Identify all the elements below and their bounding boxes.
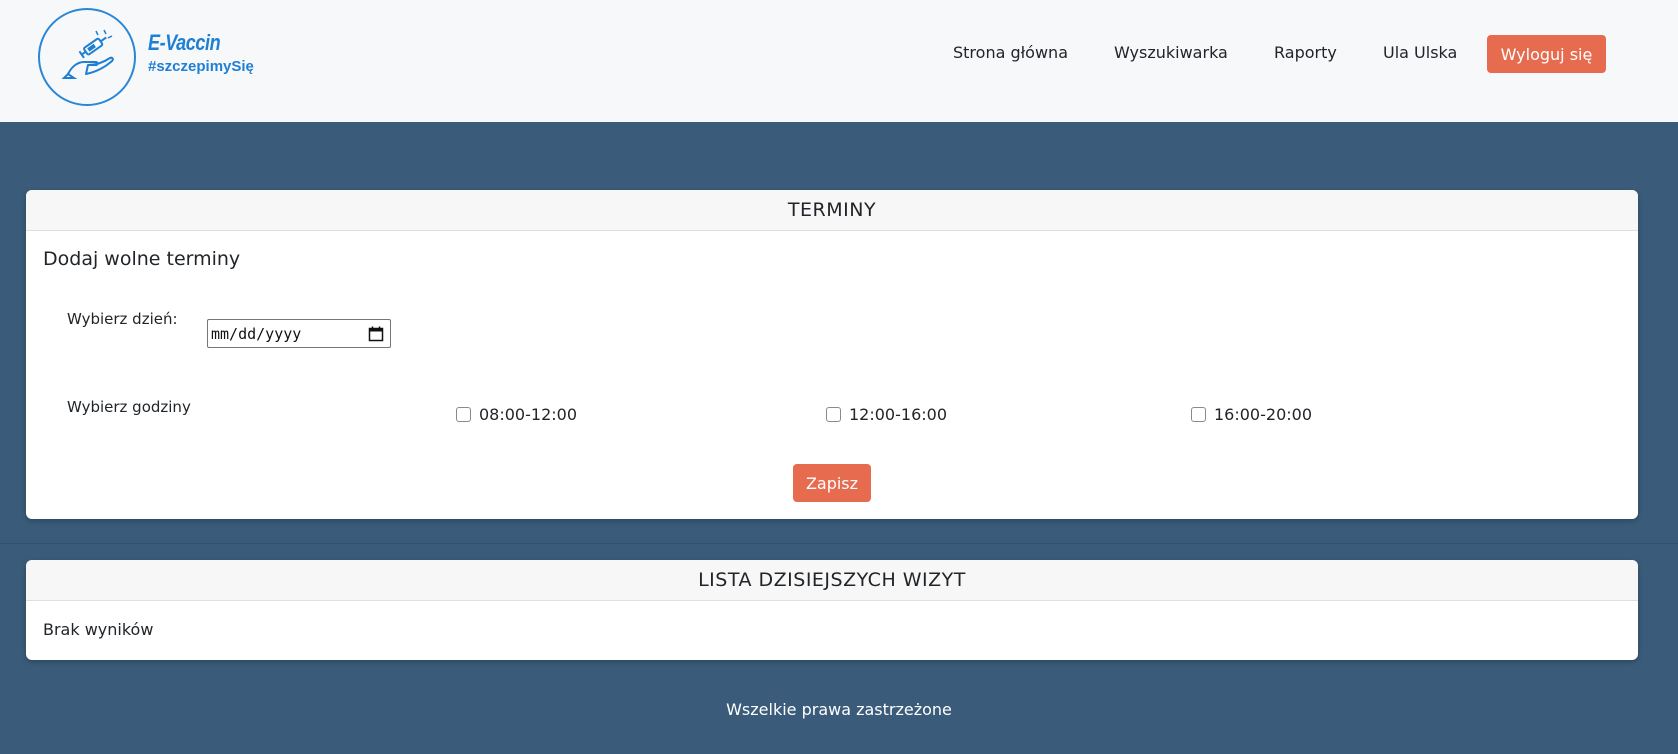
footer-text: Wszelkie prawa zastrzeżone: [726, 700, 952, 719]
empty-results-text: Brak wyników: [43, 620, 154, 639]
save-button[interactable]: Zapisz: [793, 464, 871, 502]
brand[interactable]: E-Vaccin #szczepimySię: [148, 30, 254, 75]
slot-label: 08:00-12:00: [479, 405, 577, 424]
terms-card: TERMINY Dodaj wolne terminy Wybierz dzie…: [26, 190, 1638, 519]
navbar: E-Vaccin #szczepimySię Strona główna Wys…: [0, 0, 1678, 122]
nav-item-reports[interactable]: Raporty: [1274, 43, 1337, 62]
vaccine-hand-icon: [61, 29, 114, 79]
terms-card-header: TERMINY: [26, 190, 1638, 231]
slot-label: 16:00-20:00: [1214, 405, 1312, 424]
brand-title: E-Vaccin: [148, 30, 221, 55]
slot-checkbox-12-16[interactable]: 12:00-16:00: [826, 405, 947, 424]
visits-card: LISTA DZISIEJSZYCH WIZYT Brak wyników: [26, 560, 1638, 660]
date-placeholder: mm/dd/yyyy: [211, 324, 302, 343]
logout-button[interactable]: Wyloguj się: [1487, 35, 1606, 73]
date-input[interactable]: mm/dd/yyyy: [207, 319, 391, 348]
section-divider: [0, 543, 1678, 544]
logo[interactable]: [38, 8, 136, 106]
checkbox-box[interactable]: [826, 407, 841, 422]
slot-label: 12:00-16:00: [849, 405, 947, 424]
calendar-icon[interactable]: [368, 326, 384, 342]
slot-checkbox-16-20[interactable]: 16:00-20:00: [1191, 405, 1312, 424]
date-label: Wybierz dzień:: [67, 310, 178, 328]
nav-item-search[interactable]: Wyszukiwarka: [1114, 43, 1228, 62]
hours-label: Wybierz godziny: [67, 398, 191, 416]
brand-tagline: #szczepimySię: [148, 58, 254, 75]
nav-item-home[interactable]: Strona główna: [953, 43, 1068, 62]
add-terms-title: Dodaj wolne terminy: [43, 248, 241, 270]
nav-item-user[interactable]: Ula Ulska: [1383, 43, 1457, 62]
slot-checkbox-08-12[interactable]: 08:00-12:00: [456, 405, 577, 424]
visits-card-header: LISTA DZISIEJSZYCH WIZYT: [26, 560, 1638, 601]
checkbox-box[interactable]: [1191, 407, 1206, 422]
checkbox-box[interactable]: [456, 407, 471, 422]
